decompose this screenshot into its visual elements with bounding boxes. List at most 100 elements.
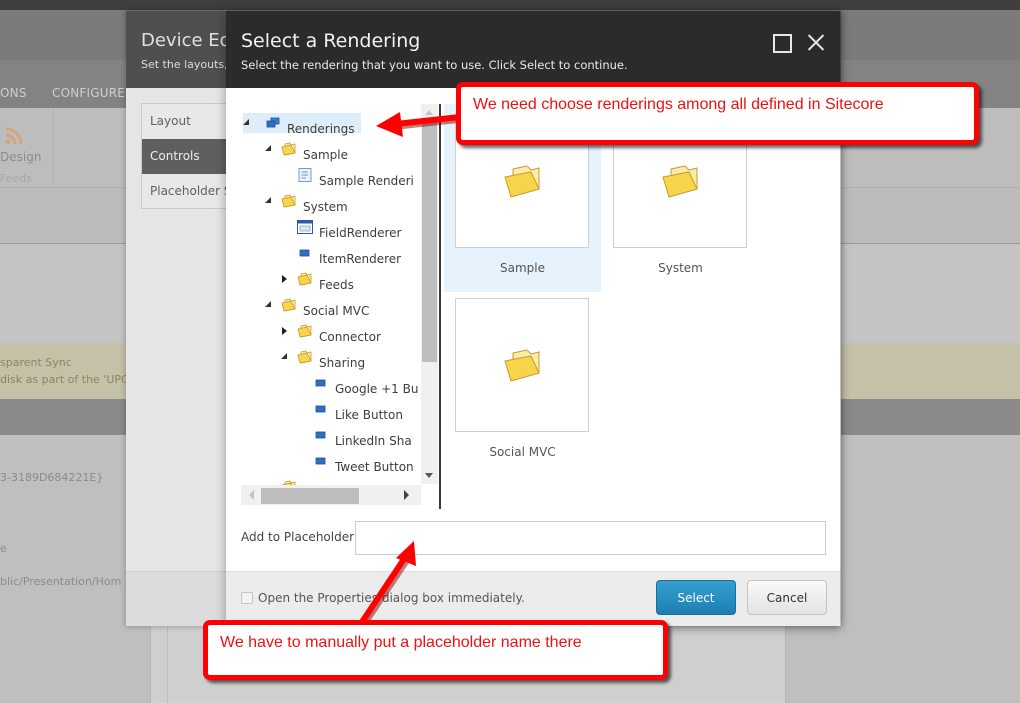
nav-item-placeholder-settings[interactable]: Placeholder S	[142, 174, 230, 209]
tree-item-tweet-button[interactable]: Tweet Button	[297, 451, 414, 474]
dialog-footer: Open the Properties dialog box immediate…	[226, 571, 840, 626]
scroll-left-arrow-icon[interactable]	[249, 490, 254, 500]
tree-item-label: Social MVC	[303, 304, 370, 318]
renderings-tree: Renderings Sample Sample Renderi System Fiel…	[241, 104, 438, 507]
tab-options[interactable]: ONS	[0, 86, 27, 100]
folder-icon	[662, 165, 698, 198]
tree-item-label: Sharing	[319, 356, 366, 370]
collapse-arrow-icon[interactable]	[281, 353, 287, 359]
placeholder-label: Add to Placeholder:	[241, 530, 358, 544]
feeds-group-label: Feeds	[0, 172, 32, 185]
folder-icon	[504, 349, 540, 382]
device-editor-subtitle: Set the layouts,	[141, 58, 228, 71]
warning-text: disk as part of the 'UPC	[0, 373, 129, 386]
placeholder-input[interactable]	[355, 521, 826, 555]
tree-vertical-scrollbar[interactable]	[421, 104, 438, 484]
document-icon	[297, 165, 313, 185]
open-properties-checkbox[interactable]	[241, 592, 253, 604]
tree-item-sample-renderi[interactable]: Sample Renderi	[281, 165, 414, 188]
tree-item-label: Like Button	[335, 408, 403, 422]
item-id-value: 3-3189D684221E}	[0, 471, 104, 484]
dialog-header: Select a Rendering Select the rendering …	[226, 11, 840, 88]
rss-icon[interactable]	[4, 126, 24, 146]
dialog-subtitle: Select the rendering that you want to us…	[241, 58, 628, 72]
rendering-icon	[313, 399, 329, 419]
scroll-thumb-horizontal[interactable]	[261, 488, 359, 504]
tree-item-label: FieldRenderer	[319, 226, 402, 240]
tree-item-social-mvc[interactable]: Social MVC	[265, 295, 370, 318]
device-editor-nav: Layout Controls Placeholder S	[141, 103, 231, 209]
rendering-icon	[313, 425, 329, 445]
collapse-arrow-icon[interactable]	[265, 145, 271, 151]
tree-item-label: Sample	[303, 148, 348, 162]
scroll-right-arrow-icon[interactable]	[404, 490, 409, 500]
tile-social-mvc[interactable]: Social MVC	[444, 293, 601, 481]
path-value: blic/Presentation/Hom	[0, 575, 122, 588]
tree-item-system[interactable]: System	[265, 191, 348, 214]
tile-frame	[455, 298, 589, 432]
scroll-down-arrow-icon[interactable]	[425, 473, 433, 478]
tree-item-sample[interactable]: Sample	[265, 139, 348, 162]
tree-item-fieldrenderer[interactable]: FieldRenderer	[281, 217, 402, 240]
tree-horizontal-scrollbar[interactable]	[241, 485, 421, 505]
dialog-title: Select a Rendering	[241, 30, 421, 52]
warning-title: sparent Sync	[0, 356, 72, 369]
annotation-callout-placeholder: We have to manually put a placeholder na…	[203, 620, 668, 680]
close-icon[interactable]	[805, 31, 827, 53]
rendering-icon	[313, 451, 329, 471]
tree-item-label: System	[303, 200, 348, 214]
tree-item-feeds[interactable]: Feeds	[281, 269, 354, 292]
tree-item-label: ItemRenderer	[319, 252, 402, 266]
tree-item-label: Renderings	[287, 122, 355, 136]
ribbon-divider	[53, 108, 54, 188]
expand-arrow-icon[interactable]	[282, 275, 287, 283]
tile-label: Social MVC	[489, 445, 556, 459]
collapse-arrow-icon[interactable]	[243, 119, 249, 125]
tree-item-label: LinkedIn Sha	[335, 434, 412, 448]
maximize-icon[interactable]	[770, 31, 792, 53]
tree-item-label: Tweet Button	[335, 460, 414, 474]
tile-label: Sample	[500, 261, 545, 275]
renderings-icon	[265, 113, 281, 133]
nav-item-controls[interactable]: Controls	[142, 139, 230, 174]
renderings-grid: Sample System Social MVC	[444, 104, 840, 509]
design-button-label[interactable]: Design	[0, 150, 41, 164]
top-strip	[0, 0, 1020, 10]
tree-item-connector[interactable]: Connector	[281, 321, 381, 344]
tree-item-label: Connector	[319, 330, 381, 344]
tree-item-like-button[interactable]: Like Button	[297, 399, 403, 422]
tree-item-label: Google +1 Bu	[335, 382, 419, 396]
tree-item-google-1-bu[interactable]: Google +1 Bu	[297, 373, 419, 396]
field-value: e	[0, 542, 7, 555]
folder-icon	[504, 165, 540, 198]
tree-item-label: Feeds	[319, 278, 354, 292]
tree-item-linkedin-sha[interactable]: LinkedIn Sha	[297, 425, 412, 448]
folder-icon	[281, 191, 297, 211]
folder-icon	[297, 269, 313, 289]
nav-item-layout[interactable]: Layout	[142, 104, 230, 139]
folder-icon	[281, 295, 297, 315]
pane-splitter[interactable]	[439, 104, 441, 509]
rendering-icon	[313, 373, 329, 393]
scroll-up-arrow-icon[interactable]	[425, 110, 433, 115]
tree-item-label: Sample Renderi	[319, 174, 414, 188]
folder-icon	[281, 139, 297, 159]
tile-label: System	[658, 261, 703, 275]
tree-item-renderings[interactable]: Renderings	[243, 113, 361, 136]
tab-configure[interactable]: CONFIGURE	[52, 86, 125, 100]
collapse-arrow-icon[interactable]	[265, 197, 271, 203]
tree-item-sharing[interactable]: Sharing	[281, 347, 366, 370]
open-properties-label[interactable]: Open the Properties dialog box immediate…	[258, 591, 525, 605]
tree-item-itemrenderer[interactable]: ItemRenderer	[281, 243, 402, 266]
scroll-thumb[interactable]	[422, 122, 437, 362]
window-icon	[297, 217, 313, 237]
folder-icon	[297, 347, 313, 367]
folder-icon	[297, 321, 313, 341]
device-editor-title: Device Edi	[141, 30, 237, 51]
select-button[interactable]: Select	[656, 580, 736, 615]
collapse-arrow-icon[interactable]	[265, 301, 271, 307]
rendering-icon	[297, 243, 313, 263]
expand-arrow-icon[interactable]	[282, 327, 287, 335]
annotation-callout-renderings: We need choose renderings among all defi…	[456, 82, 979, 145]
cancel-button[interactable]: Cancel	[747, 580, 827, 615]
